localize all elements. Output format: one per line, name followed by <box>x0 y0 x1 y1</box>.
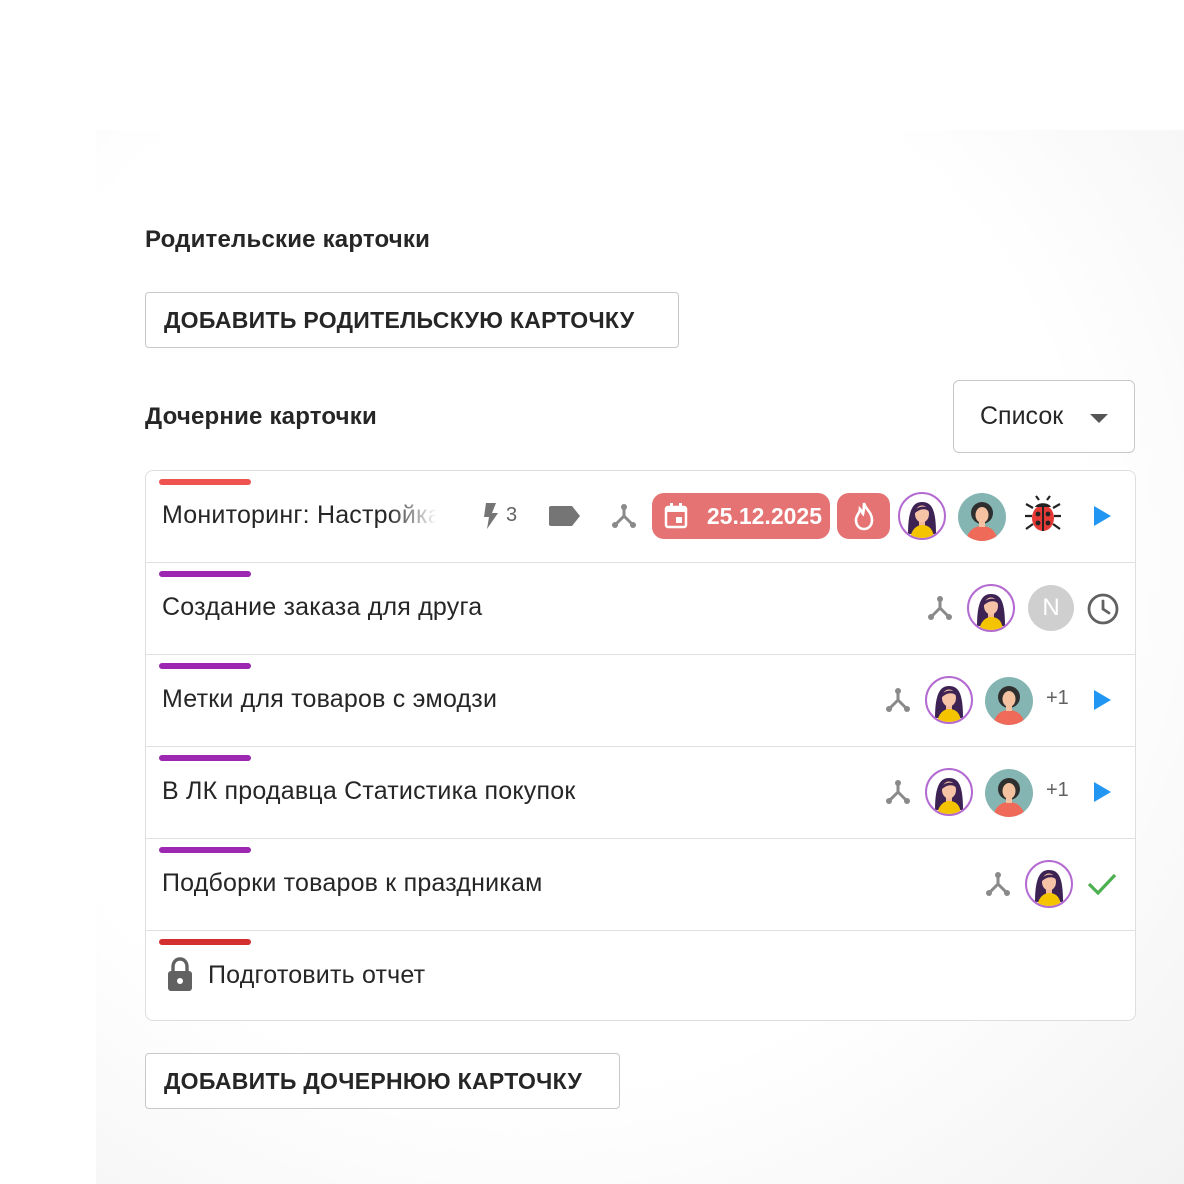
subtask-tree-icon[interactable] <box>611 503 637 529</box>
check-icon[interactable] <box>1086 871 1118 897</box>
view-mode-select[interactable]: Список <box>953 380 1135 453</box>
avatar[interactable] <box>898 492 946 540</box>
play-icon[interactable] <box>1094 782 1111 802</box>
card-color-stripe <box>159 479 251 485</box>
card-title[interactable]: Мониторинг: Настройка <box>162 501 437 530</box>
card-relations-panel: Родительские карточки ДОБАВИТЬ РОДИТЕЛЬС… <box>0 0 1184 1184</box>
play-icon[interactable] <box>1094 690 1111 710</box>
subtask-tree-icon[interactable] <box>885 687 911 713</box>
card-title[interactable]: Создание заказа для друга <box>162 593 482 622</box>
card-title[interactable]: Подготовить отчет <box>208 961 425 990</box>
card-title[interactable]: Подборки товаров к праздникам <box>162 869 543 898</box>
subtask-tree-icon[interactable] <box>927 595 953 621</box>
child-card-row[interactable]: Мониторинг: Настройка 3 25.12.2025 <box>146 471 1135 563</box>
avatar[interactable] <box>925 768 973 816</box>
bolt-icon <box>484 503 498 529</box>
avatar[interactable] <box>967 584 1015 632</box>
extra-members-count[interactable]: +1 <box>1046 687 1069 710</box>
calendar-icon <box>664 503 688 529</box>
parent-cards-heading: Родительские карточки <box>145 226 431 253</box>
card-color-stripe <box>159 939 251 945</box>
card-title[interactable]: В ЛК продавца Статистика покупок <box>162 777 575 806</box>
child-card-row[interactable]: В ЛК продавца Статистика покупок +1 <box>146 747 1135 839</box>
subtask-count: 3 <box>506 504 518 526</box>
add-child-card-button[interactable]: ДОБАВИТЬ ДОЧЕРНЮЮ КАРТОЧКУ <box>145 1053 620 1109</box>
avatar[interactable] <box>958 493 1006 541</box>
child-cards-heading: Дочерние карточки <box>145 403 377 430</box>
card-color-stripe <box>159 571 251 577</box>
subtask-tree-icon[interactable] <box>985 871 1011 897</box>
avatar[interactable] <box>1025 860 1073 908</box>
card-color-stripe <box>159 755 251 761</box>
due-date-text: 25.12.2025 <box>706 502 822 529</box>
avatar[interactable] <box>925 676 973 724</box>
view-mode-value: Список <box>980 402 1064 430</box>
child-cards-list: Мониторинг: Настройка 3 25.12.2025 Созда… <box>145 470 1136 1021</box>
child-card-row[interactable]: Создание заказа для друга N <box>146 563 1135 655</box>
card-color-stripe <box>159 847 251 853</box>
subtask-tree-icon[interactable] <box>885 779 911 805</box>
avatar-initial[interactable]: N <box>1028 585 1074 631</box>
avatar[interactable] <box>985 769 1033 817</box>
avatar[interactable] <box>985 677 1033 725</box>
child-card-row[interactable]: Метки для товаров с эмодзи +1 <box>146 655 1135 747</box>
tag-icon[interactable] <box>548 504 582 528</box>
clock-icon[interactable] <box>1086 592 1120 626</box>
card-title[interactable]: Метки для товаров с эмодзи <box>162 685 497 714</box>
extra-members-count[interactable]: +1 <box>1046 779 1069 802</box>
child-card-row[interactable]: Подготовить отчет <box>146 931 1135 1020</box>
lock-icon <box>168 957 192 991</box>
play-icon[interactable] <box>1094 506 1111 526</box>
card-color-stripe <box>159 663 251 669</box>
fire-icon <box>854 502 874 531</box>
child-card-row[interactable]: Подборки товаров к праздникам <box>146 839 1135 931</box>
add-parent-card-button[interactable]: ДОБАВИТЬ РОДИТЕЛЬСКУЮ КАРТОЧКУ <box>145 292 679 348</box>
due-date-badge[interactable]: 25.12.2025 <box>652 493 830 539</box>
bug-icon[interactable] <box>1023 494 1063 536</box>
chevron-down-icon <box>1090 414 1108 423</box>
priority-badge[interactable] <box>837 493 890 539</box>
